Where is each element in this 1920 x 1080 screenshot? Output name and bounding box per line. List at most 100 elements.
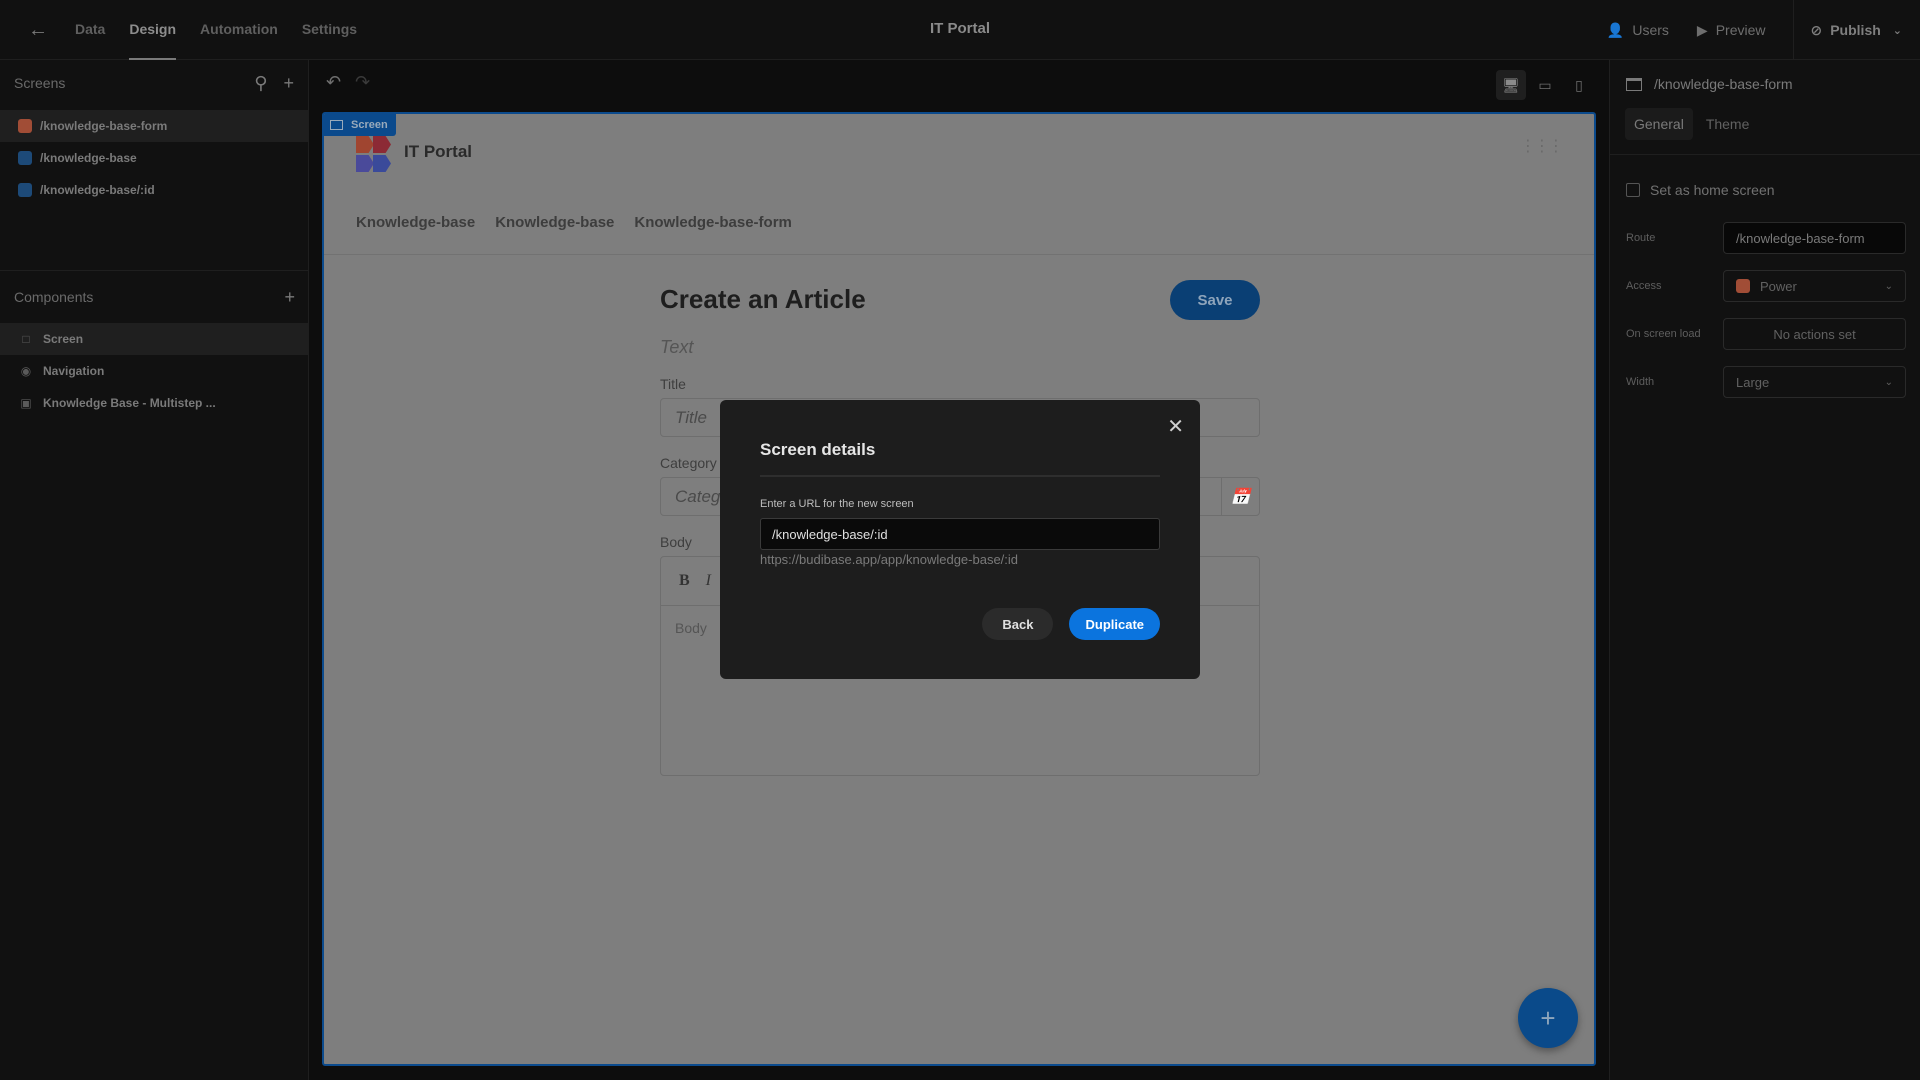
mobile-icon[interactable]: ▯	[1564, 70, 1594, 100]
grid-icon[interactable]: ⋮⋮⋮	[1520, 139, 1564, 155]
unpublished-icon: ⊘	[1810, 21, 1823, 38]
undo-icon[interactable]: ↶	[326, 72, 341, 93]
tab-theme[interactable]: Theme	[1697, 108, 1759, 140]
component-item[interactable]: □ Screen	[0, 323, 309, 355]
access-value: Power	[1760, 278, 1797, 294]
preview-button[interactable]: ▶ Preview	[1697, 22, 1766, 39]
nav-link[interactable]: Knowledge-base	[356, 214, 475, 231]
components-section: Components + □ Screen ◉ Navigation ▣ Kno…	[0, 270, 309, 419]
plus-icon: +	[1540, 1002, 1556, 1033]
tab-automation[interactable]: Automation	[200, 0, 278, 60]
route-row: Route /knowledge-base-form	[1626, 222, 1906, 254]
settings-route: /knowledge-base-form	[1654, 76, 1793, 92]
home-screen-checkbox[interactable]	[1626, 183, 1640, 197]
modal-title: Screen details	[760, 440, 876, 459]
nav-divider	[324, 254, 1594, 255]
top-bar: ← Data Design Automation Settings IT Por…	[0, 0, 1920, 60]
chevron-down-icon[interactable]: ⌄	[1893, 24, 1902, 37]
bold-icon[interactable]: B	[679, 572, 690, 590]
device-toggles: 🖥 ▭ ▯	[1496, 70, 1594, 100]
screen-item[interactable]: /knowledge-base/:id	[0, 174, 308, 206]
screen-route: /knowledge-base	[40, 151, 137, 165]
play-circle-icon: ▶	[1696, 21, 1708, 38]
tab-data[interactable]: Data	[75, 0, 105, 60]
component-label: Screen	[43, 332, 84, 346]
screen-item[interactable]: /knowledge-base	[0, 142, 308, 174]
eye-icon: ◉	[20, 364, 32, 378]
settings-title: /knowledge-base-form	[1626, 76, 1793, 92]
main-nav: Data Design Automation Settings	[75, 0, 381, 60]
screen-icon	[330, 120, 343, 130]
screen-tag-label: Screen	[351, 119, 388, 131]
url-label: Enter a URL for the new screen	[760, 498, 914, 510]
width-label: Width	[1626, 376, 1655, 388]
onload-label: On screen load	[1626, 328, 1701, 340]
calendar-icon[interactable]: 📅	[1221, 478, 1259, 515]
back-arrow-icon[interactable]: ←	[28, 18, 52, 42]
add-component-fab[interactable]: +	[1518, 988, 1578, 1048]
url-preview: https://budibase.app/app/knowledge-base/…	[760, 552, 1019, 567]
app-name: IT Portal	[404, 142, 473, 161]
component-item[interactable]: ▣ Knowledge Base - Multistep ...	[0, 387, 309, 419]
component-item[interactable]: ◉ Navigation	[0, 355, 309, 387]
screen-route: /knowledge-base/:id	[40, 183, 155, 197]
access-swatch	[18, 119, 32, 133]
text-placeholder: Text	[660, 337, 694, 357]
access-swatch	[18, 183, 32, 197]
url-input[interactable]	[760, 518, 1160, 550]
save-button[interactable]: Save	[1170, 280, 1260, 320]
user-icon: 👤	[1606, 21, 1625, 38]
app-logo	[356, 136, 392, 172]
preview-label: Preview	[1715, 22, 1766, 38]
left-panel: Screens ⚲ + /knowledge-base-form /knowle…	[0, 60, 309, 1080]
settings-panel: /knowledge-base-form General Theme Set a…	[1609, 60, 1920, 1080]
search-icon[interactable]: ⚲	[254, 73, 267, 94]
access-swatch	[18, 151, 32, 165]
onload-row: On screen load No actions set	[1626, 318, 1906, 350]
home-screen-row: Set as home screen	[1626, 182, 1775, 198]
nav-link[interactable]: Knowledge-base-form	[634, 214, 792, 231]
redo-icon[interactable]: ↷	[355, 72, 370, 93]
tab-settings[interactable]: Settings	[302, 0, 357, 60]
screen-route: /knowledge-base-form	[40, 119, 168, 133]
duplicate-button[interactable]: Duplicate	[1069, 608, 1160, 640]
screen-icon	[1626, 77, 1642, 91]
screen-icon: □	[22, 332, 30, 346]
onload-button[interactable]: No actions set	[1723, 318, 1906, 350]
divider	[1610, 154, 1920, 155]
route-input[interactable]: /knowledge-base-form	[1723, 222, 1906, 254]
desktop-icon[interactable]: 🖥	[1496, 70, 1526, 100]
screen-tag: Screen	[324, 114, 396, 136]
add-component-icon[interactable]: +	[284, 287, 295, 308]
access-row: Access Power ⌄	[1626, 270, 1906, 302]
chevron-down-icon: ⌄	[1884, 280, 1893, 292]
app-nav: Knowledge-base Knowledge-base Knowledge-…	[356, 214, 792, 231]
width-row: Width Large ⌄	[1626, 366, 1906, 398]
publish-button[interactable]: ⊘ Publish ⌄	[1793, 0, 1920, 60]
italic-icon[interactable]: I	[706, 572, 711, 590]
access-swatch	[1736, 279, 1750, 293]
access-label: Access	[1626, 280, 1662, 292]
modal-divider	[760, 475, 1160, 477]
screens-header: Screens ⚲ +	[0, 60, 308, 106]
width-value: Large	[1736, 374, 1770, 390]
screen-list: /knowledge-base-form /knowledge-base /kn…	[0, 110, 308, 206]
screen-item[interactable]: /knowledge-base-form	[0, 110, 308, 142]
app-header: IT Portal ⋮⋮⋮	[324, 114, 1594, 194]
screens-title: Screens	[14, 75, 66, 91]
tab-general[interactable]: General	[1625, 108, 1693, 140]
back-button[interactable]: Back	[982, 608, 1054, 640]
components-title: Components	[14, 289, 94, 305]
route-label: Route	[1626, 232, 1656, 244]
add-screen-icon[interactable]: +	[283, 73, 294, 94]
tablet-icon[interactable]: ▭	[1530, 70, 1560, 100]
access-select[interactable]: Power ⌄	[1723, 270, 1906, 302]
home-screen-label: Set as home screen	[1650, 182, 1775, 198]
users-button[interactable]: 👤 Users	[1607, 22, 1669, 39]
form-block-icon: ▣	[20, 396, 32, 410]
nav-link[interactable]: Knowledge-base	[495, 214, 614, 231]
close-icon[interactable]: ✕	[1167, 414, 1184, 439]
tab-design[interactable]: Design	[129, 0, 176, 60]
width-select[interactable]: Large ⌄	[1723, 366, 1906, 398]
users-label: Users	[1632, 22, 1669, 38]
